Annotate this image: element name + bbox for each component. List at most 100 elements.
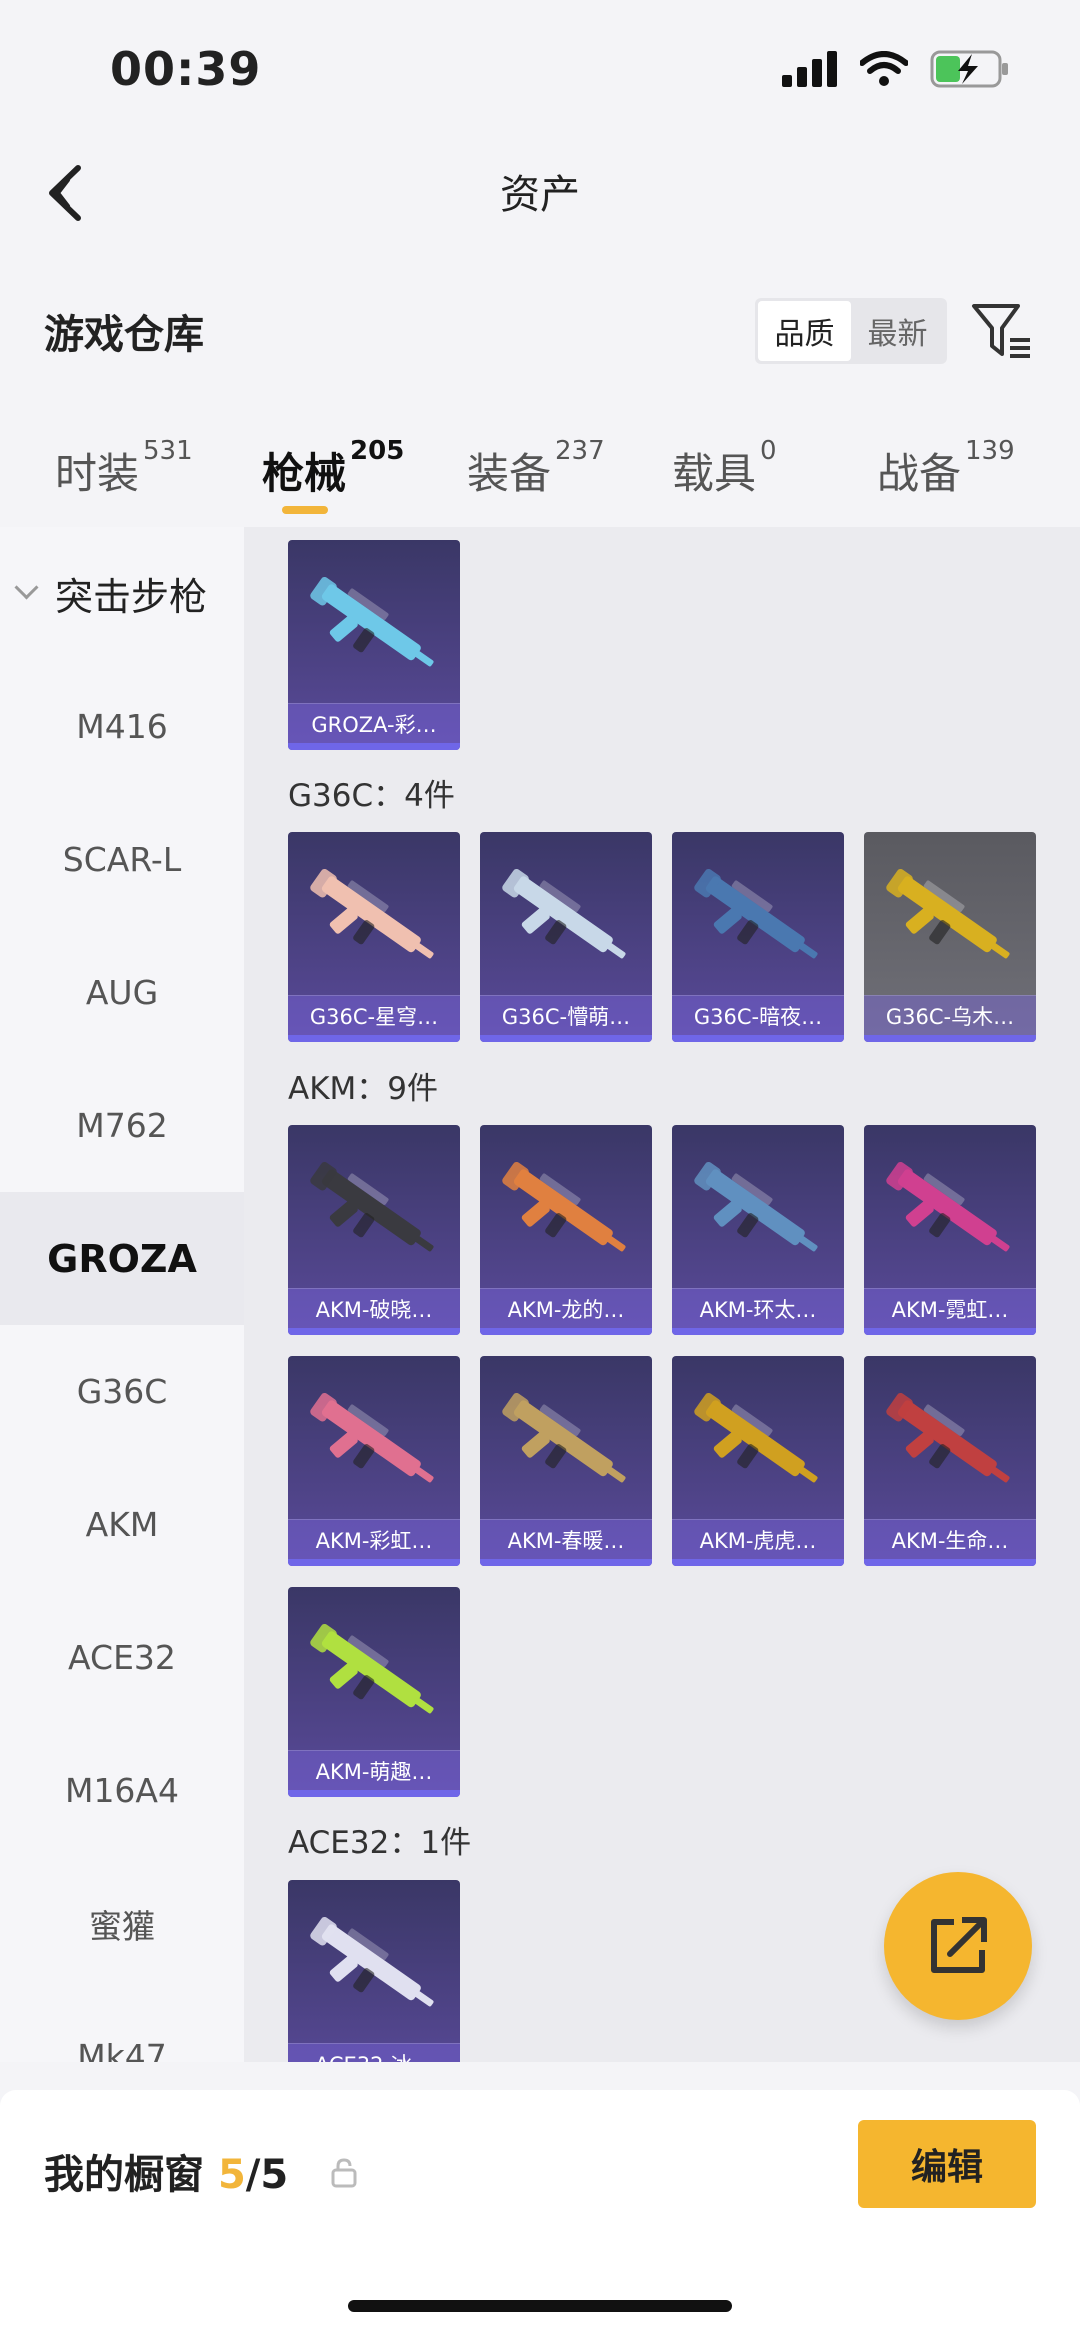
nav-bar: 资产 [0, 140, 1080, 250]
sidebar-item-ace32[interactable]: ACE32 [0, 1591, 244, 1724]
weapon-card[interactable]: G36C-暗夜… [672, 832, 844, 1042]
sort-quality-button[interactable]: 品质 [758, 301, 851, 361]
weapon-name: AKM-环太… [672, 1288, 844, 1328]
group-label-g36c: G36C：4件 [288, 778, 455, 814]
rarity-bar [864, 1328, 1036, 1335]
weapon-card[interactable]: AKM-春暖… [480, 1356, 652, 1566]
filter-icon[interactable] [970, 300, 1034, 362]
weapon-card[interactable]: G36C-星穹… [288, 832, 460, 1042]
rarity-bar [480, 1035, 652, 1042]
tab-label: 载具 [672, 449, 757, 498]
warehouse-title: 游戏仓库 [44, 312, 204, 358]
tab-vehicles[interactable]: 载具 0 [672, 436, 777, 501]
sidebar-item-scar-l[interactable]: SCAR-L [0, 793, 244, 926]
sort-toggle: 品质 最新 [755, 298, 947, 364]
weapon-card[interactable]: AKM-彩虹… [288, 1356, 460, 1566]
tab-guns[interactable]: 枪械 205 [262, 436, 404, 501]
weapon-name: G36C-懵萌… [480, 995, 652, 1035]
sort-newest-button[interactable]: 最新 [851, 301, 944, 361]
tab-count: 531 [143, 436, 193, 466]
weapon-card[interactable]: AKM-生命… [864, 1356, 1036, 1566]
tab-label: 枪械 [262, 449, 347, 498]
group-label-ace32: ACE32：1件 [288, 1825, 472, 1861]
rarity-bar [288, 1035, 460, 1042]
status-time: 00:39 [110, 42, 262, 96]
weapon-name: GROZA-彩… [288, 703, 460, 743]
weapon-card[interactable]: AKM-环太… [672, 1125, 844, 1335]
weapon-card[interactable]: ACE32-冰… [288, 1880, 460, 2062]
status-bar: 00:39 [0, 0, 1080, 140]
showcase-total: /5 [245, 2152, 289, 2198]
sidebar-item-m16a4[interactable]: M16A4 [0, 1724, 244, 1857]
sidebar-category[interactable]: 突击步枪 [0, 527, 244, 660]
weapon-card[interactable]: AKM-破晓… [288, 1125, 460, 1335]
tab-fashion[interactable]: 时装 531 [55, 436, 193, 501]
page-title: 资产 [500, 172, 580, 218]
home-indicator [348, 2300, 732, 2312]
weapon-name: AKM-破晓… [288, 1288, 460, 1328]
tab-label: 时装 [55, 449, 140, 498]
weapon-name: G36C-暗夜… [672, 995, 844, 1035]
category-tabs: 时装 531 枪械 205 装备 237 载具 0 战备 139 [0, 420, 1080, 520]
tab-count: 0 [760, 436, 777, 466]
weapon-name: AKM-春暖… [480, 1519, 652, 1559]
weapon-card[interactable]: AKM-龙的… [480, 1125, 652, 1335]
sidebar-item-m762[interactable]: M762 [0, 1059, 244, 1192]
tab-count: 237 [555, 436, 605, 466]
weapon-name: AKM-霓虹… [864, 1288, 1036, 1328]
rarity-bar [864, 1559, 1036, 1566]
chevron-down-icon [14, 575, 39, 600]
rarity-bar [288, 1559, 460, 1566]
rarity-bar [288, 1790, 460, 1797]
weapon-name: AKM-生命… [864, 1519, 1036, 1559]
warehouse-header: 游戏仓库 品质 最新 [0, 280, 1080, 380]
rarity-bar [672, 1328, 844, 1335]
signal-icon [782, 51, 837, 87]
sidebar-item-g36c[interactable]: G36C [0, 1325, 244, 1458]
tab-label: 装备 [467, 449, 552, 498]
group-label-akm: AKM：9件 [288, 1071, 439, 1107]
tab-count: 205 [350, 436, 405, 466]
lock-icon [331, 2158, 357, 2188]
weapon-card[interactable]: G36C-懵萌… [480, 832, 652, 1042]
rarity-bar [864, 1035, 1036, 1042]
tab-label: 战备 [877, 449, 962, 498]
active-tab-indicator [282, 506, 328, 514]
wifi-icon [860, 51, 908, 86]
sidebar-item-mk47[interactable]: Mk47 [0, 1990, 244, 2062]
showcase-count: 5 [217, 2152, 246, 2198]
sidebar-item-akm[interactable]: AKM [0, 1458, 244, 1591]
battery-charging-icon [930, 50, 1008, 88]
weapon-name: G36C-乌木… [864, 995, 1036, 1035]
weapon-name: AKM-龙的… [480, 1288, 652, 1328]
tab-count: 139 [965, 436, 1015, 466]
sidebar-item-m416[interactable]: M416 [0, 660, 244, 793]
weapon-card[interactable]: AKM-霓虹… [864, 1125, 1036, 1335]
sidebar-item-aug[interactable]: AUG [0, 926, 244, 1059]
weapon-name: AKM-虎虎… [672, 1519, 844, 1559]
edit-button[interactable]: 编辑 [858, 2120, 1036, 2208]
rarity-bar [672, 1559, 844, 1566]
weapon-card[interactable]: GROZA-彩… [288, 540, 460, 750]
rarity-bar [480, 1559, 652, 1566]
sidebar-category-label: 突击步枪 [55, 575, 208, 619]
tab-supplies[interactable]: 战备 139 [877, 436, 1015, 501]
rarity-bar [288, 1328, 460, 1335]
rarity-bar [480, 1328, 652, 1335]
weapon-name: AKM-彩虹… [288, 1519, 460, 1559]
weapon-grid: GROZA-彩… G36C：4件 G36C-星穹… G36C-懵萌… G36C-… [244, 527, 1080, 2062]
weapon-card[interactable]: AKM-虎虎… [672, 1356, 844, 1566]
weapon-sidebar: 突击步枪 M416 SCAR-L AUG M762 GROZA G36C AKM… [0, 527, 244, 2062]
rarity-bar [672, 1035, 844, 1042]
sidebar-item-groza[interactable]: GROZA [0, 1192, 244, 1325]
sidebar-item-honey-badger[interactable]: 蜜獾 [0, 1857, 244, 1990]
showcase-label: 我的橱窗 5/5 [44, 2142, 288, 2200]
weapon-card[interactable]: G36C-乌木… [864, 832, 1036, 1042]
weapon-card[interactable]: AKM-萌趣… [288, 1587, 460, 1797]
rarity-bar [288, 743, 460, 750]
tab-equipment[interactable]: 装备 237 [467, 436, 605, 501]
showcase-title: 我的橱窗 [44, 2152, 204, 2198]
share-button[interactable] [884, 1872, 1032, 2020]
weapon-name: G36C-星穹… [288, 995, 460, 1035]
weapon-name: ACE32-冰… [288, 2043, 460, 2062]
